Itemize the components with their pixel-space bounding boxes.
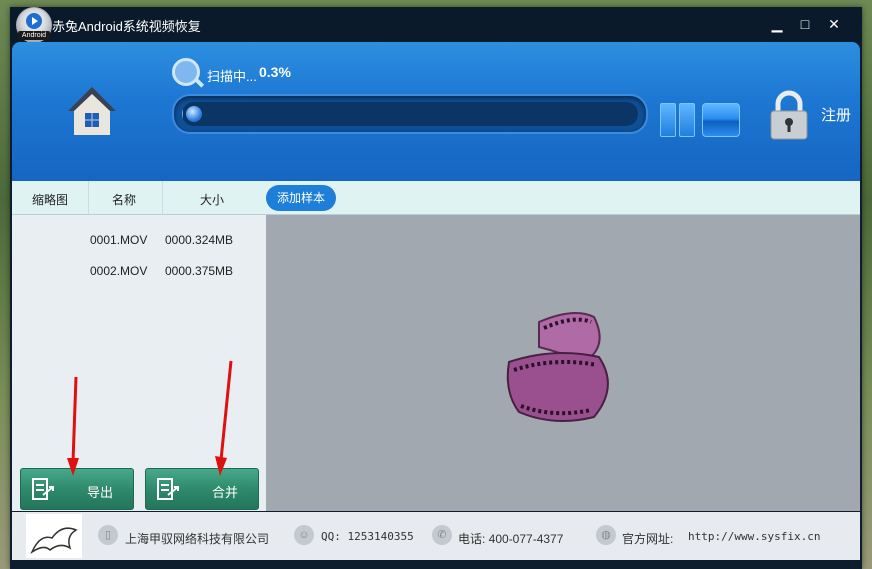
column-name[interactable]: 名称 bbox=[112, 191, 136, 208]
title-bar[interactable]: Android 赤兔Android系统视频恢复 ▁ □ ✕ bbox=[10, 7, 862, 43]
website-link[interactable]: http://www.sysfix.cn bbox=[688, 530, 820, 543]
qq-number[interactable]: QQ: 1253140355 bbox=[321, 530, 414, 543]
app-logo-icon: Android bbox=[16, 7, 52, 43]
export-button[interactable]: 导出 bbox=[20, 468, 134, 510]
website-icon: ◍ bbox=[596, 525, 616, 545]
company-logo-icon bbox=[26, 514, 82, 558]
grid-view-icon[interactable] bbox=[702, 103, 740, 137]
close-button[interactable]: ✕ bbox=[825, 15, 843, 33]
file-name: 0001.MOV bbox=[90, 233, 148, 247]
file-name: 0002.MOV bbox=[90, 264, 148, 278]
scan-progress-bar bbox=[172, 94, 648, 134]
list-view-icon[interactable] bbox=[660, 103, 696, 137]
footer-bar: ▯ 上海甲驭网络科技有限公司 ☺ QQ: 1253140355 ✆ 电话: 40… bbox=[12, 512, 860, 560]
column-header-bar: 缩略图 名称 大小 添加样本 bbox=[12, 181, 860, 215]
header-panel: 扫描中... 0.3% 注册 bbox=[12, 42, 860, 181]
film-reel-icon bbox=[506, 312, 609, 422]
file-size: 0000.375MB bbox=[165, 264, 234, 278]
minimize-button[interactable]: ▁ bbox=[768, 15, 786, 33]
column-thumbnail[interactable]: 缩略图 bbox=[32, 191, 68, 208]
phone-icon: ✆ bbox=[432, 525, 452, 545]
merge-label: 合并 bbox=[212, 485, 239, 500]
export-icon bbox=[32, 478, 54, 500]
scan-status-label: 扫描中... bbox=[207, 69, 257, 84]
file-size: 0000.324MB bbox=[165, 233, 234, 247]
list-item[interactable]: 0002.MOV 0000.375MB bbox=[12, 254, 266, 284]
export-label: 导出 bbox=[87, 485, 114, 500]
app-window: Android 赤兔Android系统视频恢复 ▁ □ ✕ 扫描中... 0.3… bbox=[10, 7, 862, 569]
preview-pane bbox=[266, 215, 860, 511]
merge-button[interactable]: 合并 bbox=[145, 468, 259, 510]
merge-icon bbox=[157, 478, 179, 500]
company-name: 上海甲驭网络科技有限公司 bbox=[125, 532, 270, 546]
phone-number: 电话: 400-077-4377 bbox=[458, 532, 564, 546]
qq-icon: ☺ bbox=[294, 525, 314, 545]
home-icon[interactable] bbox=[66, 85, 118, 137]
website-label: 官方网址: bbox=[622, 532, 674, 546]
lock-icon[interactable] bbox=[769, 90, 809, 140]
column-size[interactable]: 大小 bbox=[200, 191, 224, 208]
logo-tag: Android bbox=[18, 31, 50, 40]
scan-percent: 0.3% bbox=[259, 64, 291, 80]
scan-magnifier-icon bbox=[172, 58, 200, 86]
company-icon: ▯ bbox=[98, 525, 118, 545]
add-sample-button[interactable]: 添加样本 bbox=[266, 185, 336, 211]
progress-indicator-icon bbox=[186, 106, 202, 122]
file-list: 0001.MOV 0000.324MB 0002.MOV 0000.375MB bbox=[12, 215, 266, 511]
list-item[interactable]: 0001.MOV 0000.324MB bbox=[12, 223, 266, 253]
progress-fill bbox=[182, 102, 184, 126]
maximize-button[interactable]: □ bbox=[796, 15, 814, 33]
window-title: 赤兔Android系统视频恢复 bbox=[52, 19, 201, 34]
register-link[interactable]: 注册 bbox=[821, 104, 851, 125]
